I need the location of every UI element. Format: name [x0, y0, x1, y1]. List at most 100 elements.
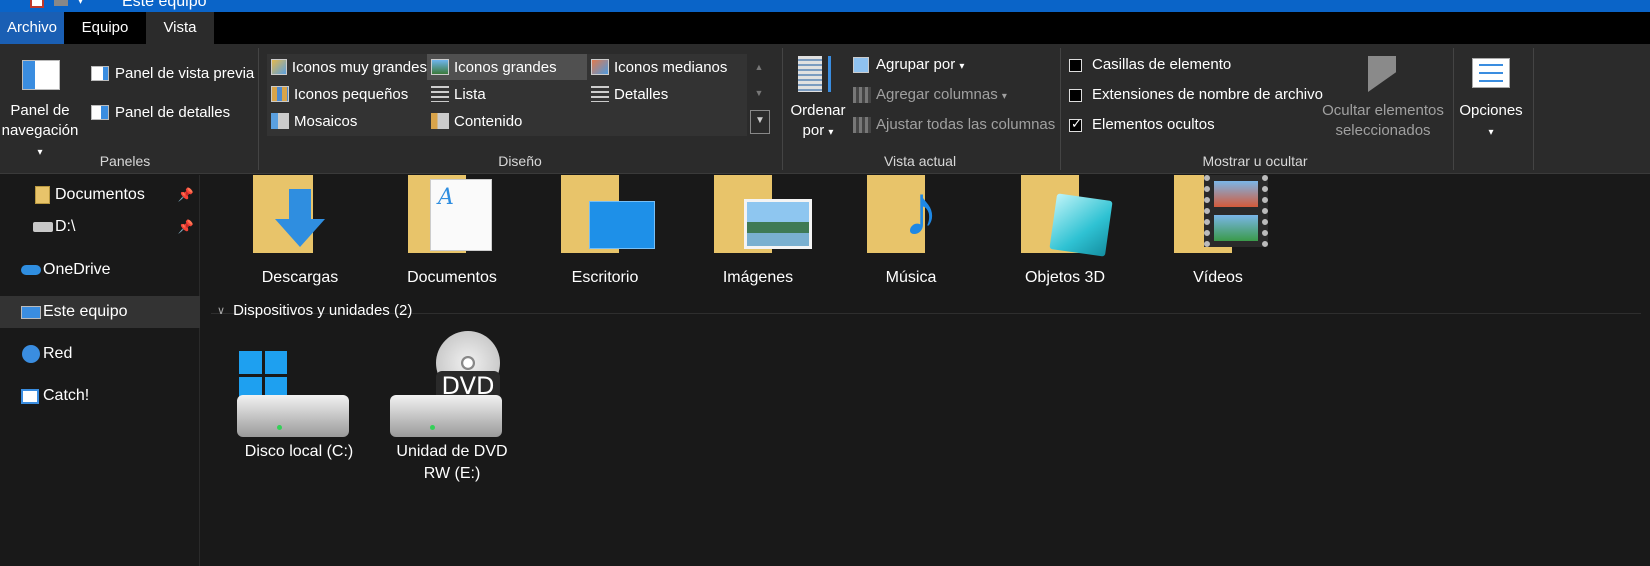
group-by-icon [853, 57, 869, 73]
sidebar-item-d-drive[interactable]: D:\ 📌 [0, 211, 200, 243]
options-icon [1472, 58, 1510, 88]
section-divider [211, 313, 1641, 314]
layout-medium-icons[interactable]: Iconos medianos [587, 54, 747, 80]
sidebar-item-catch[interactable]: Catch! [0, 380, 200, 412]
new-folder-icon[interactable] [54, 0, 68, 6]
ribbon-tabs: Archivo Equipo Vista [0, 12, 1650, 44]
hidden-items-label: Elementos ocultos [1092, 116, 1215, 133]
group-separator [258, 48, 259, 170]
dvd-drive-icon: DVD [390, 331, 502, 437]
layout-tiles[interactable]: Mosaicos [267, 108, 427, 134]
folder-imagenes[interactable]: Imágenes [688, 175, 828, 295]
folder-documentos[interactable]: A Documentos [382, 175, 522, 295]
layout-small-icons[interactable]: Iconos pequeños [267, 81, 427, 107]
sidebar-item-documentos[interactable]: Documentos 📌 [0, 179, 200, 211]
3d-objects-folder-icon [1021, 175, 1115, 257]
hide-selected-icon [1368, 56, 1396, 92]
gallery-scroll-down-icon[interactable]: ▼ [748, 80, 770, 106]
folder-label: Documentos [407, 269, 497, 286]
folder-musica[interactable]: ♪ Música [841, 175, 981, 295]
music-folder-icon: ♪ [867, 175, 961, 257]
videos-folder-icon [1174, 175, 1268, 257]
medium-icons-icon [591, 59, 609, 75]
layout-extra-large-icons[interactable]: Iconos muy grandes [267, 54, 427, 80]
sidebar-item-onedrive[interactable]: OneDrive [0, 254, 200, 286]
navigation-pane: Documentos 📌 D:\ 📌 OneDrive Este equipo … [0, 175, 200, 566]
drive-label: Disco local (C:) [244, 443, 354, 460]
network-icon [22, 345, 40, 363]
folder-videos[interactable]: Vídeos [1148, 175, 1288, 295]
chevron-down-icon: ▾ [1488, 127, 1494, 138]
sidebar-item-este-equipo[interactable]: Este equipo [0, 296, 200, 328]
preview-pane-button[interactable]: Panel de vista previa [115, 65, 254, 82]
documents-folder-icon: A [408, 175, 502, 257]
chevron-down-icon[interactable]: ▾ [78, 0, 83, 7]
pin-icon[interactable]: 📌 [178, 219, 194, 235]
group-separator [1060, 48, 1061, 170]
group-label-mostrar: Mostrar u ocultar [1202, 153, 1308, 169]
details-pane-button[interactable]: Panel de detalles [115, 104, 230, 121]
folder-escritorio[interactable]: Escritorio [535, 175, 675, 295]
item-checkboxes-checkbox[interactable] [1069, 59, 1082, 72]
documents-folder-icon [35, 186, 50, 204]
drive-dvd[interactable]: DVD Unidad de DVD RW (E:) [382, 331, 522, 485]
chevron-down-icon: ▾ [37, 147, 43, 158]
folder-label: Imágenes [722, 269, 794, 286]
extensions-label: Extensiones de nombre de archivo [1092, 86, 1323, 103]
title-bar: ▾ Este equipo [0, 0, 1650, 12]
sort-by-icon [798, 56, 838, 94]
chevron-down-icon: ▾ [959, 61, 965, 72]
hidden-items-checkbox[interactable] [1069, 116, 1082, 132]
quick-access-toolbar: ▾ [30, 0, 83, 8]
tab-archivo[interactable]: Archivo [0, 12, 64, 44]
tab-vista[interactable]: Vista [146, 12, 214, 44]
gallery-scroll-up-icon[interactable]: ▲ [748, 54, 770, 80]
layout-list[interactable]: Lista [427, 81, 587, 107]
chevron-down-icon: ∨ [217, 305, 226, 317]
drive-icon [33, 222, 53, 232]
content-icon [431, 113, 449, 129]
folder-label: Música [885, 269, 937, 286]
drive-c[interactable]: Disco local (C:) [229, 345, 369, 465]
group-by-button[interactable]: Agrupar por ▾ [876, 56, 964, 73]
pictures-folder-icon [714, 175, 812, 257]
list-icon [431, 86, 449, 102]
sort-by-button[interactable]: Ordenar por ▾ [786, 101, 850, 143]
sidebar-item-red[interactable]: Red [0, 338, 200, 370]
window-title: Este equipo [122, 0, 207, 10]
options-button[interactable]: Opciones ▾ [1452, 101, 1530, 143]
group-separator [782, 48, 783, 170]
downloads-folder-icon [253, 175, 347, 257]
catch-icon [21, 388, 39, 404]
tiles-icon [271, 113, 289, 129]
gallery-expand-icon[interactable]: ▼ [750, 110, 770, 134]
add-columns-icon [853, 87, 871, 103]
layout-details[interactable]: Detalles [587, 81, 747, 107]
windows-drive-icon [237, 345, 349, 437]
fit-columns-button: Ajustar todas las columnas [876, 116, 1056, 133]
properties-icon[interactable] [30, 0, 44, 8]
desktop-folder-icon [561, 175, 655, 257]
chevron-down-icon: ▾ [1001, 91, 1007, 102]
folder-label: Escritorio [571, 269, 639, 286]
group-label-paneles: Paneles [99, 153, 151, 169]
chevron-down-icon: ▾ [828, 127, 834, 138]
group-label-vista-actual: Vista actual [883, 153, 957, 169]
navigation-pane-icon[interactable] [22, 60, 60, 90]
computer-icon [21, 305, 41, 319]
extensions-checkbox[interactable] [1069, 89, 1082, 102]
tab-equipo[interactable]: Equipo [64, 12, 146, 44]
group-label-diseno: Diseño [498, 153, 542, 169]
folder-label: Descargas [261, 269, 339, 286]
cloud-icon [21, 265, 41, 275]
folder-objetos-3d[interactable]: Objetos 3D [995, 175, 1135, 295]
pin-icon[interactable]: 📌 [178, 187, 194, 203]
folder-descargas[interactable]: Descargas [230, 175, 370, 295]
layout-gallery: Iconos muy grandes Iconos grandes Iconos… [267, 54, 747, 136]
item-checkboxes-label: Casillas de elemento [1092, 56, 1232, 73]
layout-large-icons[interactable]: Iconos grandes [427, 54, 587, 80]
layout-content[interactable]: Contenido [427, 108, 587, 134]
drive-label: Unidad de DVD RW (E:) [396, 443, 508, 482]
devices-section-header[interactable]: ∨ Dispositivos y unidades (2) [217, 302, 412, 319]
folder-label: Objetos 3D [1024, 269, 1106, 286]
